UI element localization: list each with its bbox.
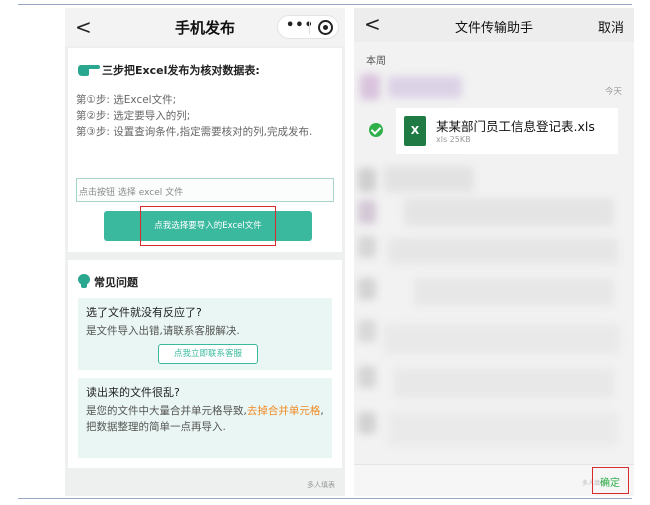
- faq-question: 选了文件就没有反应了?: [86, 306, 202, 319]
- bottom-divider: [18, 498, 632, 499]
- steps-list: 第①步: 选Excel文件; 第②步: 选定要导入的列; 第③步: 设置查询条件…: [76, 92, 334, 140]
- blurred-content: [414, 278, 614, 306]
- faq-title: 常见问题: [94, 276, 138, 289]
- blurred-content: [404, 198, 614, 226]
- blurred-content: [388, 412, 618, 446]
- blurred-content: [384, 324, 620, 354]
- chat-title: 文件传输助手: [454, 21, 533, 36]
- faq-item: 读出来的文件很乱? 是您的文件中大量合并单元格导致,去掉合并单元格,把数据整理的…: [78, 378, 332, 458]
- upload-card: 三步把Excel发布为核对数据表: 第①步: 选Excel文件; 第②步: 选定…: [68, 48, 342, 252]
- step-item: 第②步: 选定要导入的列;: [76, 110, 191, 122]
- file-meta: xls 25KB: [436, 135, 471, 144]
- file-item[interactable]: X 某某部门员工信息登记表.xls xls 25KB: [396, 108, 618, 154]
- navigation-bar: < 手机发布 •••: [65, 8, 345, 46]
- selected-check-icon[interactable]: [369, 123, 383, 137]
- faq-answer: 是您的文件中大量合并单元格导致,去掉合并单元格,把数据整理的简单一点再导入.: [86, 403, 324, 435]
- upload-heading: 三步把Excel发布为核对数据表:: [102, 64, 260, 77]
- blurred-content: [388, 76, 462, 98]
- blurred-content: [358, 412, 376, 434]
- watermark: 多人填表: [307, 481, 335, 489]
- capsule-divider: [309, 21, 310, 34]
- blurred-content: [358, 278, 376, 300]
- lightbulb-icon: [78, 274, 90, 288]
- faq-question: 读出来的文件很乱?: [86, 386, 180, 399]
- faq-answer: 是文件导入出错,请联系客服解决.: [86, 325, 240, 337]
- highlight-box: [592, 467, 629, 494]
- blurred-content: [394, 368, 614, 398]
- file-name: 某某部门员工信息登记表.xls: [436, 119, 595, 134]
- blurred-content: [358, 200, 376, 224]
- section-label: 本周: [366, 56, 386, 67]
- file-select-field[interactable]: 点击按钮 选择 excel 文件: [76, 178, 334, 202]
- pointing-hand-icon: [78, 62, 100, 76]
- contact-support-button[interactable]: 点我立即联系客服: [158, 344, 258, 364]
- top-divider: [18, 4, 632, 5]
- faq-card: 常见问题 选了文件就没有反应了? 是文件导入出错,请联系客服解决. 点我立即联系…: [68, 260, 342, 468]
- blurred-content: [358, 320, 376, 342]
- close-miniprogram-icon[interactable]: [318, 20, 333, 35]
- miniprogram-capsule: •••: [277, 15, 339, 39]
- answer-text: 是您的文件中大量合并单元格导致,: [86, 405, 247, 417]
- right-phone-screen: < 文件传输助手 取消 本周 今天 X 某某部门员工信息登记表.xls xls …: [354, 8, 634, 496]
- blurred-content: [360, 74, 380, 100]
- cancel-button[interactable]: 取消: [598, 17, 624, 36]
- faq-item: 选了文件就没有反应了? 是文件导入出错,请联系客服解决. 点我立即联系客服: [78, 298, 332, 370]
- step-item: 第①步: 选Excel文件;: [76, 94, 177, 106]
- step-item: 第③步: 设置查询条件,指定需要核对的列,完成发布.: [76, 126, 313, 138]
- blurred-content: [358, 168, 376, 192]
- blurred-content: [358, 236, 376, 258]
- highlight-box: [140, 206, 276, 246]
- left-phone-screen: < 手机发布 ••• 三步把Excel发布为核对数据表: 第①步: 选Excel…: [65, 8, 345, 496]
- blurred-content: [384, 166, 474, 192]
- answer-highlight: 去掉合并单元格: [246, 405, 321, 417]
- blurred-content: [358, 366, 376, 388]
- blurred-content: [388, 238, 618, 264]
- excel-file-icon: X: [404, 116, 426, 146]
- navigation-bar: < 文件传输助手 取消: [354, 8, 634, 42]
- date-label: 今天: [604, 87, 622, 97]
